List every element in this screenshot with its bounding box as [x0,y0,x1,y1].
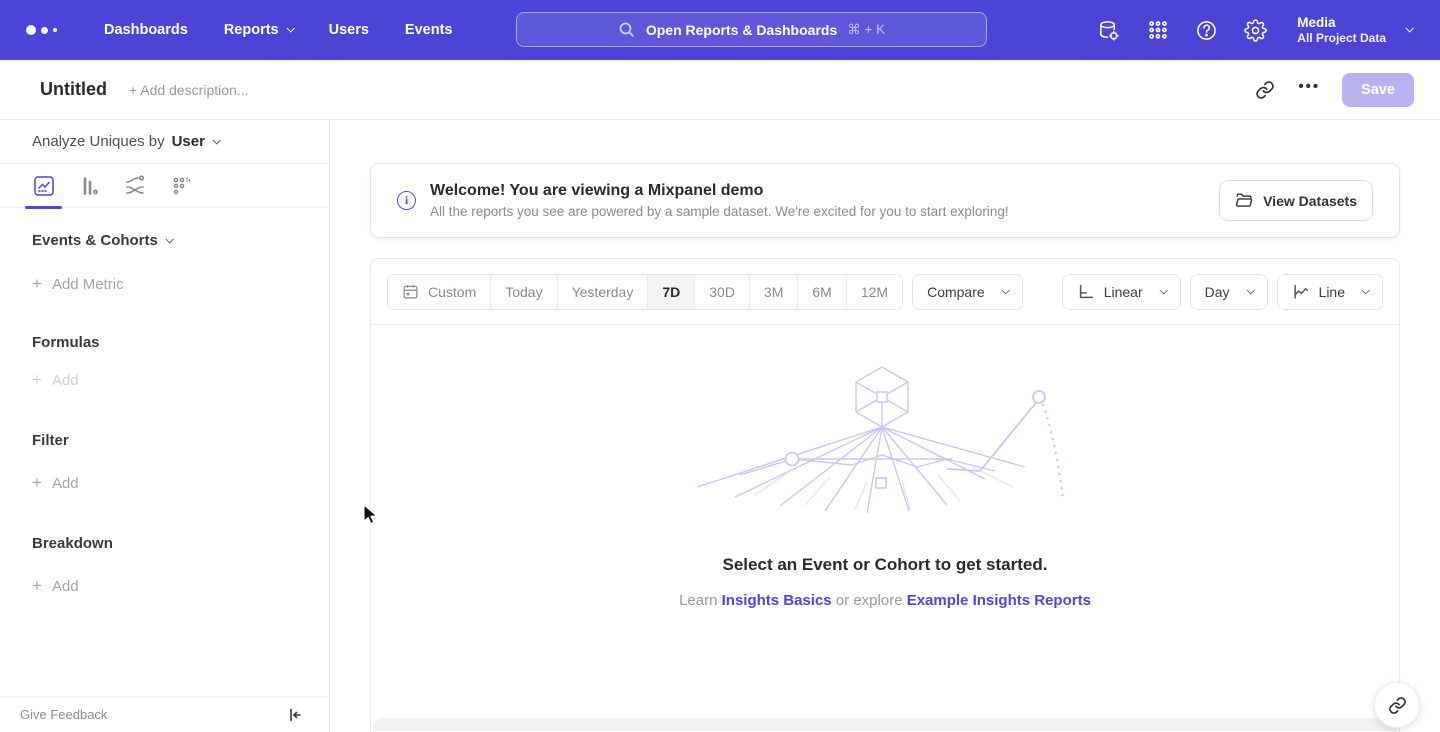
report-canvas: i Welcome! You are viewing a Mixpanel de… [330,120,1440,732]
line-chart-icon [1292,283,1310,301]
settings-gear-icon[interactable] [1244,19,1267,42]
formulas-header: Formulas [32,334,329,351]
date-range-7d[interactable]: 7D [647,275,694,309]
give-feedback-link[interactable]: Give Feedback [20,707,107,722]
visualization-tabs [0,164,329,208]
analyze-row: Analyze Uniques by User [0,120,329,164]
filter-header: Filter [32,432,329,449]
example-reports-link[interactable]: Example Insights Reports [907,592,1091,609]
report-title[interactable]: Untitled [40,79,107,100]
nav-item-events[interactable]: Events [405,22,453,38]
project-scope: All Project Data [1297,31,1386,46]
empty-state-title: Select an Event or Cohort to get started… [371,555,1399,575]
add-breakdown-button[interactable]: +Add [32,576,329,596]
date-range-yesterday[interactable]: Yesterday [557,275,648,309]
add-filter-button[interactable]: +Add [32,473,329,493]
banner-subtitle: All the reports you see are powered by a… [430,204,1009,219]
nav-items: Dashboards Reports Users Events [104,22,452,38]
query-builder-sidebar: Analyze Uniques by User Events & Cohort [0,120,330,732]
nav-item-reports[interactable]: Reports [224,22,293,38]
scale-dropdown[interactable]: Linear [1062,274,1181,310]
search-shortcut: ⌘ + K [847,22,885,38]
add-description-field[interactable]: + Add description... [129,82,248,98]
tab-flows-chart[interactable] [122,164,149,208]
date-range-today[interactable]: Today [490,275,556,309]
global-search-input[interactable]: Open Reports & Dashboards ⌘ + K [516,12,987,47]
apps-grid-icon[interactable] [1146,19,1169,42]
chevron-down-icon [212,136,220,144]
tab-retention-chart[interactable] [168,164,195,208]
breakdown-table-peek [373,718,1397,731]
mixpanel-logo-icon[interactable] [26,25,74,35]
project-name: Media [1297,15,1386,31]
add-formula-button[interactable]: +Add [32,370,329,390]
chevron-down-icon [286,24,294,32]
date-range-6m[interactable]: 6M [797,275,845,309]
mixpanel-insights-page: Dashboards Reports Users Events Open Rep… [0,0,1440,732]
compare-dropdown[interactable]: Compare [912,274,1023,310]
nav-right: Media All Project Data [1097,0,1440,60]
add-metric-button[interactable]: +Add Metric [32,274,329,294]
save-button[interactable]: Save [1342,73,1414,107]
banner-title: Welcome! You are viewing a Mixpanel demo [430,182,1009,200]
nav-item-dashboards[interactable]: Dashboards [104,22,188,38]
analyze-label: Analyze Uniques by [32,133,165,150]
copy-link-icon[interactable] [1254,79,1276,101]
date-range-selector: Custom Today Yesterday 7D 30D 3M 6M 12M [387,274,903,310]
sidebar-footer: Give Feedback [0,696,329,732]
empty-state: Select an Event or Cohort to get started… [371,325,1399,609]
top-nav: Dashboards Reports Users Events Open Rep… [0,0,1440,60]
search-placeholder: Open Reports & Dashboards [646,22,837,38]
project-switcher[interactable]: Media All Project Data [1297,15,1412,46]
linear-axis-icon [1077,283,1095,301]
events-cohorts-header[interactable]: Events & Cohorts [32,232,329,249]
insights-chart-card: Custom Today Yesterday 7D 30D 3M 6M 12M … [370,258,1400,732]
insights-basics-link[interactable]: Insights Basics [722,592,832,609]
empty-state-help: Learn Insights Basics or explore Example… [371,592,1399,609]
report-header: Untitled + Add description... ••• Save [0,60,1440,120]
interval-dropdown[interactable]: Day [1190,274,1268,310]
collapse-sidebar-icon[interactable] [287,707,303,723]
data-management-icon[interactable] [1097,19,1120,42]
search-icon [618,21,636,39]
calendar-icon [402,283,419,300]
date-range-30d[interactable]: 30D [694,275,749,309]
chart-type-dropdown[interactable]: Line [1277,274,1383,310]
demo-welcome-banner: i Welcome! You are viewing a Mixpanel de… [370,163,1400,238]
date-range-3m[interactable]: 3M [749,275,797,309]
tab-insights-chart[interactable] [30,164,57,208]
date-range-custom[interactable]: Custom [388,275,490,309]
folder-icon [1235,191,1254,210]
chart-controls: Custom Today Yesterday 7D 30D 3M 6M 12M … [371,259,1399,325]
wireframe-illustration [371,359,1399,519]
info-icon: i [397,191,416,210]
date-range-12m[interactable]: 12M [846,275,902,309]
help-icon[interactable] [1195,19,1218,42]
copy-report-link-button[interactable] [1374,682,1420,728]
more-options-button[interactable]: ••• [1298,78,1320,95]
breakdown-header: Breakdown [32,535,329,552]
tab-bar-chart[interactable] [76,164,103,208]
chevron-down-icon [1405,24,1413,32]
analyze-by-dropdown[interactable]: User [172,133,219,150]
view-datasets-button[interactable]: View Datasets [1219,180,1373,221]
nav-item-users[interactable]: Users [329,22,369,38]
